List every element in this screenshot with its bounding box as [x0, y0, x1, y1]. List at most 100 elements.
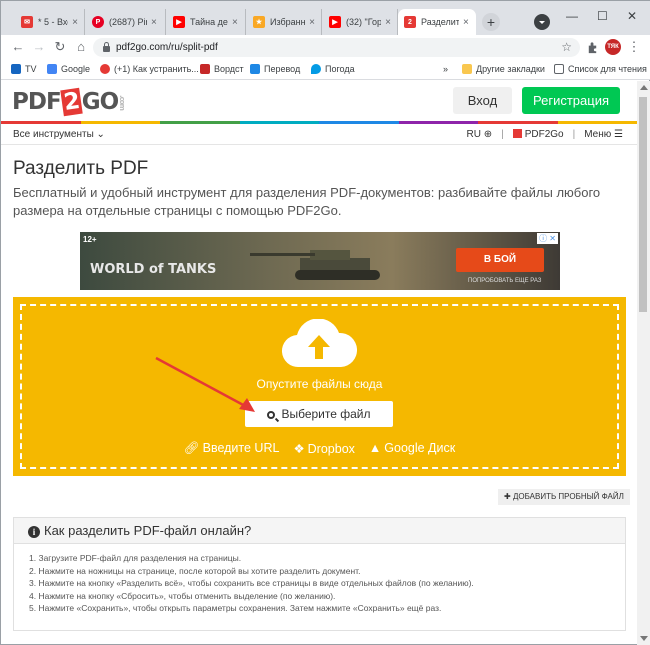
bookmark-star-icon[interactable]: ☆ — [561, 40, 572, 54]
close-icon[interactable]: × — [232, 17, 238, 28]
google-drive-link[interactable]: ▲ Google Диск — [369, 441, 455, 456]
logo-text: 2 — [59, 87, 83, 117]
bookmark-weather[interactable]: Погода — [311, 64, 355, 74]
enter-url-label: Введите URL — [202, 441, 280, 455]
more-menu-icon[interactable]: ⋮ — [626, 39, 642, 55]
bookmark-label: Список для чтения — [568, 64, 647, 74]
close-window-icon[interactable]: ✕ — [627, 9, 637, 23]
scrollbar-thumb[interactable] — [639, 97, 647, 312]
list-item: 4. Нажмите на кнопку «Сбросить», чтобы о… — [29, 590, 336, 601]
bookmark-fix[interactable]: (+1) Как устранить... — [100, 64, 199, 74]
google-drive-icon: ▲ — [368, 441, 382, 455]
browser-window: ✉ * 5 - Входя × P (2687) Pint × ▶ Тайна … — [0, 0, 650, 645]
back-icon[interactable]: ← — [10, 39, 26, 54]
pdf2go-link[interactable]: PDF2Go — [512, 129, 564, 140]
all-tools-label: Все инструменты — [13, 129, 94, 140]
search-icon — [267, 411, 276, 419]
bookmark-label: Google — [61, 64, 91, 74]
page-scrollbar[interactable] — [637, 81, 650, 645]
pdf2go-icon: 2 — [404, 16, 416, 28]
register-button[interactable]: Регистрация — [522, 87, 620, 114]
link-icon: 🔗︎ — [183, 441, 200, 455]
logo-text: GO — [81, 89, 119, 115]
tab-pdf2go[interactable]: 2 Разделить × — [398, 9, 476, 35]
google-icon — [47, 64, 57, 74]
ad-cta-button[interactable]: В БОЙ — [456, 248, 544, 272]
close-icon[interactable]: × — [151, 17, 157, 28]
upload-dropzone[interactable]: Опустите файлы сюда Выберите файл 🔗︎ Введ… — [13, 297, 626, 476]
pdf2go-logo[interactable]: PDF2GO.com — [12, 87, 126, 117]
list-item: 2. Нажмите на ножницы на странице, после… — [29, 565, 361, 576]
plus-icon: ✚ — [504, 492, 511, 501]
language-selector[interactable]: RU ⊕ — [466, 129, 492, 140]
avatar[interactable]: ТЯК — [605, 39, 621, 55]
reading-list[interactable]: Список для чтения — [554, 64, 647, 74]
close-icon[interactable]: × — [72, 17, 78, 28]
choose-file-button[interactable]: Выберите файл — [245, 401, 393, 427]
maximize-icon[interactable]: ☐ — [597, 9, 608, 23]
tab-search-icon[interactable] — [534, 14, 550, 30]
tab-youtube-2[interactable]: ▶ (32) "Горя × — [323, 9, 398, 35]
subnav-right: RU ⊕ | PDF2Go | Меню ☰ — [466, 129, 623, 140]
menu-label: Меню — [584, 129, 612, 140]
forward-icon[interactable]: → — [31, 39, 47, 54]
page-description: Бесплатный и удобный инструмент для разд… — [13, 185, 601, 218]
scroll-up-icon[interactable] — [640, 85, 648, 90]
dropbox-link[interactable]: ❖ Dropbox — [293, 441, 354, 456]
tab-mail[interactable]: ✉ * 5 - Входя × — [15, 9, 85, 35]
scroll-down-icon[interactable] — [640, 636, 648, 641]
close-icon[interactable]: × — [463, 17, 469, 28]
close-icon[interactable]: × — [309, 17, 315, 28]
sub-navigation: Все инструменты ⌄ RU ⊕ | PDF2Go | Меню ☰ — [1, 125, 637, 145]
choose-file-label: Выберите файл — [281, 407, 371, 421]
reading-list-icon — [554, 64, 564, 74]
ad-banner[interactable]: 12+ WORLD of TANKS В БОЙ ПОПРОБОВАТЬ ЕЩЕ… — [80, 232, 560, 290]
add-sample-label: ДОБАВИТЬ ПРОБНЫЙ ФАЙЛ — [512, 492, 624, 501]
reload-icon[interactable]: ↻ — [52, 39, 68, 55]
chevron-down-icon: ⌄ — [96, 129, 105, 140]
page-title: Разделить PDF — [13, 158, 149, 179]
hamburger-icon: ☰ — [614, 129, 623, 140]
pdf2go-link-label: PDF2Go — [524, 129, 564, 140]
ad-brand: WORLD of TANKS — [90, 262, 217, 277]
other-bookmarks[interactable]: Другие закладки — [462, 64, 545, 74]
howto-panel: i Как разделить PDF-файл онлайн? 1. Загру… — [13, 517, 626, 631]
menu-button[interactable]: Меню ☰ — [584, 129, 623, 140]
extensions-icon[interactable] — [586, 41, 599, 54]
tab-youtube-1[interactable]: ▶ Тайна деря × — [167, 9, 246, 35]
bookmark-translate[interactable]: Перевод — [250, 64, 300, 74]
pdf2go-icon — [512, 129, 522, 138]
bookmarks-overflow[interactable]: » — [443, 64, 448, 74]
home-icon[interactable]: ⌂ — [73, 39, 89, 54]
add-sample-file-button[interactable]: ✚ ДОБАВИТЬ ПРОБНЫЙ ФАЙЛ — [498, 489, 630, 505]
new-tab-button[interactable]: + — [482, 13, 500, 31]
ad-subtext: ПОПРОБОВАТЬ ЕЩЕ РАЗ — [468, 278, 542, 284]
folder-icon — [462, 64, 472, 74]
pinterest-icon: P — [92, 16, 104, 28]
tab-title: Избранны — [270, 17, 306, 27]
tab-pinterest[interactable]: P (2687) Pint × — [86, 9, 166, 35]
tab-favorites[interactable]: ★ Избранны × — [247, 9, 322, 35]
enter-url-link[interactable]: 🔗︎ Введите URL — [184, 441, 280, 456]
address-bar[interactable]: pdf2go.com/ru/split-pdf ☆ — [93, 38, 580, 57]
bookmark-google[interactable]: Google — [47, 64, 90, 74]
annotation-arrow — [155, 356, 255, 412]
bookmark-tv[interactable]: TV — [11, 64, 37, 74]
all-tools-dropdown[interactable]: Все инструменты ⌄ — [13, 129, 105, 140]
bookmark-label: Другие закладки — [476, 64, 545, 74]
cloud-upload-icon — [282, 319, 357, 368]
howto-title: Как разделить PDF-файл онлайн? — [44, 523, 252, 538]
star-icon: ★ — [253, 16, 265, 28]
drop-files-label: Опустите файлы сюда — [256, 377, 383, 391]
login-button[interactable]: Вход — [453, 87, 512, 114]
ad-info-icon[interactable]: ⓘ ✕ — [537, 233, 558, 244]
s-icon — [100, 64, 110, 74]
list-item: 1. Загрузите PDF-файл для разделения на … — [29, 553, 242, 563]
minimize-icon[interactable]: — — [566, 9, 578, 23]
tab-strip: ✉ * 5 - Входя × P (2687) Pint × ▶ Тайна … — [1, 1, 650, 35]
drop-icon — [311, 64, 321, 74]
tab-title: (2687) Pint — [109, 17, 147, 27]
bookmark-wordstat[interactable]: Вордст — [200, 64, 244, 74]
close-icon[interactable]: × — [385, 17, 391, 28]
tab-title: * 5 - Входя — [38, 17, 68, 27]
